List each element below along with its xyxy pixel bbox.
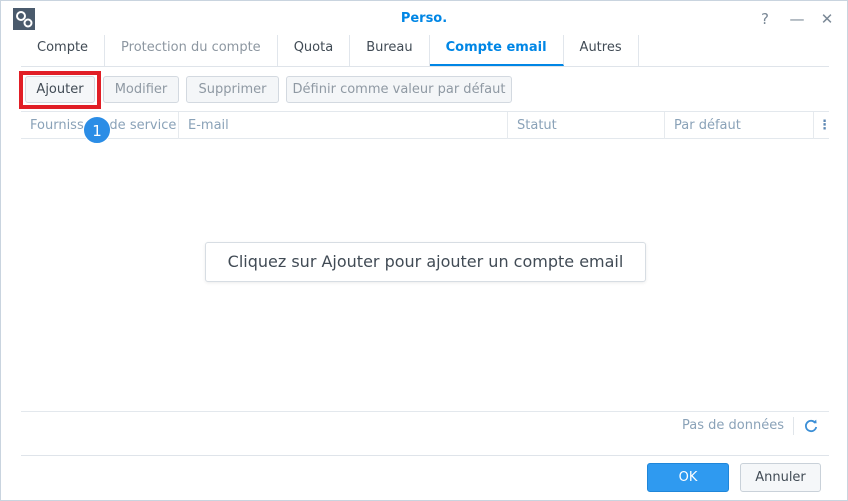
delete-button[interactable]: Supprimer (186, 76, 279, 103)
ok-button[interactable]: OK (647, 463, 729, 492)
footer-divider (21, 455, 829, 456)
add-button-highlight-frame (19, 71, 101, 109)
tab-autres[interactable]: Autres (564, 35, 639, 66)
window-title: Perso. (400, 11, 448, 26)
modify-button[interactable]: Modifier (103, 76, 179, 103)
tab-bureau[interactable]: Bureau (350, 35, 430, 66)
column-menu-icon[interactable]: ⋮ (814, 112, 829, 139)
step-number-badge: 1 (83, 116, 111, 144)
no-data-text: Pas de données (682, 418, 784, 433)
tab-compte[interactable]: Compte (21, 35, 106, 66)
column-header-status[interactable]: Statut (508, 112, 665, 139)
set-default-button[interactable]: Définir comme valeur par défaut (286, 76, 512, 103)
refresh-icon[interactable] (803, 418, 819, 434)
tab-bar: Compte Protection du compte Quota Bureau… (21, 35, 829, 67)
close-button[interactable]: ✕ (817, 9, 837, 29)
column-header-default[interactable]: Par défaut (665, 112, 814, 139)
cancel-button[interactable]: Annuler (740, 463, 821, 492)
grid-header: Fournisseur de service E-mail Statut Par… (21, 111, 829, 139)
user-settings-dialog: Perso. ? — ✕ Compte Protection du compte… (0, 0, 848, 501)
column-header-email[interactable]: E-mail (179, 112, 508, 139)
minimize-button[interactable]: — (787, 9, 807, 29)
empty-grid-message: Cliquez sur Ajouter pour ajouter un comp… (205, 242, 646, 282)
paging-separator (793, 417, 794, 435)
tab-compte-email[interactable]: Compte email (429, 35, 564, 66)
title-bar: Perso. ? — ✕ (1, 1, 847, 37)
tab-protection-du-compte[interactable]: Protection du compte (105, 35, 278, 66)
help-button[interactable]: ? (755, 9, 775, 29)
tab-quota[interactable]: Quota (278, 35, 351, 66)
paging-bar: Pas de données (21, 411, 829, 439)
